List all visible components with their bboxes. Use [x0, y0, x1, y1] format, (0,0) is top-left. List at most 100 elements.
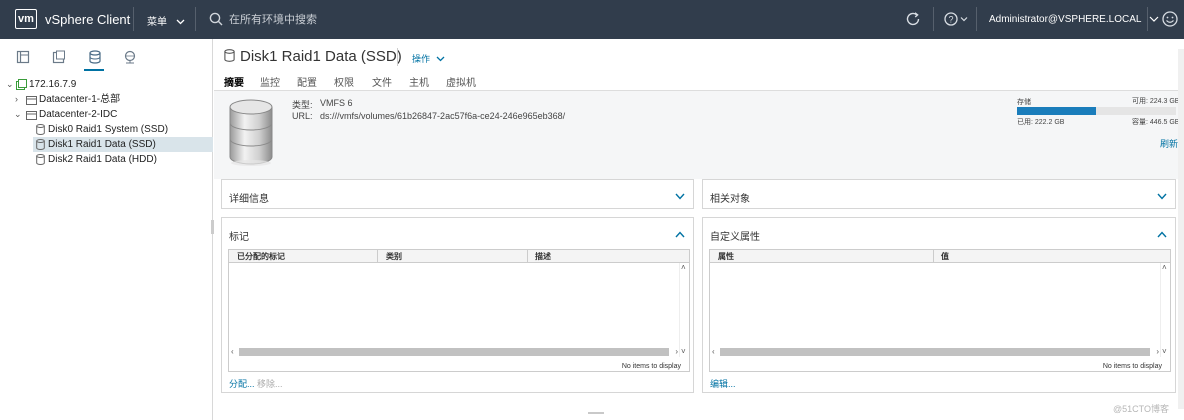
tab-summary[interactable]: 摘要 [224, 74, 244, 93]
url-label: URL: [292, 111, 313, 121]
chevron-down-icon [1149, 16, 1159, 22]
scrollbar-thumb[interactable] [720, 348, 1150, 356]
top-bar: vm vSphere Client 菜单 在所有环境中搜索 ? Administ… [0, 0, 1184, 39]
vertical-scrollbar[interactable]: ˄ ˅ [1160, 263, 1170, 357]
chevron-down-icon[interactable] [675, 189, 685, 203]
scroll-right-icon[interactable]: › [1156, 347, 1159, 357]
column-separator[interactable] [377, 250, 378, 263]
assign-tag-link[interactable]: 分配... [229, 377, 255, 390]
column-separator[interactable] [933, 250, 934, 263]
divider [976, 7, 977, 31]
column-header[interactable]: 值 [941, 251, 949, 262]
used-capacity: 已用: 222.2 GB [1017, 119, 1065, 126]
menu-button[interactable]: 菜单 [147, 13, 185, 28]
app-title: vSphere Client [45, 12, 131, 27]
grid-header: 已分配的标记 类别 描述 [229, 250, 689, 263]
scroll-right-icon[interactable]: › [675, 347, 678, 357]
url-value: ds:///vmfs/volumes/61b26847-2ac57f6a-ce2… [320, 111, 566, 121]
refresh-icon[interactable] [904, 10, 922, 31]
remove-tag-link[interactable]: 移除... [257, 377, 283, 390]
tags-grid: 已分配的标记 类别 描述 ˄ ˅ ‹ › No items to display [228, 249, 690, 372]
global-search-input[interactable]: 在所有环境中搜索 [209, 11, 317, 27]
column-header[interactable]: 已分配的标记 [237, 251, 285, 262]
summary-header: 类型: VMFS 6 URL: ds:///vmfs/volumes/61b26… [214, 91, 1184, 179]
actions-menu-button[interactable]: 操作 [412, 52, 445, 65]
page-scrollbar[interactable] [1178, 49, 1184, 409]
refresh-link[interactable]: 刷新 [1160, 137, 1178, 150]
column-header[interactable]: 属性 [718, 251, 734, 262]
tree-node-label: Disk0 Raid1 System (SSD) [48, 124, 169, 135]
tree-node-datastore-selected[interactable]: Disk1 Raid1 Data (SSD) [33, 137, 213, 152]
free-capacity: 可用: 224.3 GB [1132, 98, 1180, 105]
navigator-pane: ⌄ 172.16.7.9 › Datacenter-1-总部 ⌄ Datacen… [0, 39, 213, 420]
tree-node-vcenter[interactable]: ⌄ 172.16.7.9 [0, 77, 213, 92]
scroll-up-icon[interactable]: ˄ [681, 263, 686, 273]
tree-node-datastore[interactable]: Disk2 Raid1 Data (HDD) [0, 152, 213, 167]
bottom-panel-handle[interactable] [588, 412, 604, 414]
hosts-clusters-view-icon[interactable] [16, 50, 30, 67]
related-objects-portlet: 相关对象 [702, 179, 1176, 209]
tab-hosts[interactable]: 主机 [409, 74, 429, 89]
chevron-down-icon[interactable] [1157, 189, 1167, 203]
scrollbar-thumb[interactable] [239, 348, 669, 356]
storage-usage-bar [1017, 107, 1176, 115]
search-placeholder: 在所有环境中搜索 [229, 14, 317, 26]
chevron-up-icon[interactable] [675, 227, 685, 241]
datastore-icon [36, 154, 45, 170]
active-view-indicator [84, 69, 104, 71]
chevron-down-icon[interactable]: ⌄ [6, 77, 14, 92]
user-name: Administrator@VSPHERE.LOCAL [989, 14, 1142, 25]
storage-view-icon[interactable] [88, 50, 102, 67]
help-icon: ? [944, 12, 968, 26]
type-label: 类型: [292, 100, 313, 110]
tab-permissions[interactable]: 权限 [334, 74, 354, 89]
divider [933, 7, 934, 31]
help-menu[interactable]: ? [944, 11, 970, 30]
page-title-text: Disk1 Raid1 Data (SSD) [240, 48, 402, 65]
feedback-smiley-icon[interactable] [1161, 10, 1179, 31]
column-separator[interactable] [527, 250, 528, 263]
scroll-down-icon[interactable]: ˅ [1162, 347, 1167, 357]
divider [133, 7, 134, 31]
chevron-down-icon[interactable]: ⌄ [14, 107, 22, 122]
type-value: VMFS 6 [320, 98, 353, 108]
storage-label: 存储 [1017, 99, 1031, 106]
menu-label: 菜单 [147, 17, 167, 28]
tab-files[interactable]: 文件 [372, 74, 392, 89]
tree-node-datacenter-1[interactable]: › Datacenter-1-总部 [0, 92, 213, 107]
networking-view-icon[interactable] [123, 50, 137, 67]
datastore-large-icon [228, 99, 274, 170]
tab-monitor[interactable]: 监控 [260, 74, 280, 89]
chevron-right-icon[interactable]: › [15, 92, 18, 107]
scroll-left-icon[interactable]: ‹ [231, 347, 234, 357]
datastore-icon [224, 49, 235, 62]
column-header[interactable]: 类别 [386, 251, 402, 262]
page-title: Disk1 Raid1 Data (SSD) [224, 48, 402, 65]
watermark: @51CTO博客 [1113, 404, 1169, 414]
user-menu[interactable]: Administrator@VSPHERE.LOCAL [989, 14, 1159, 25]
total-capacity: 容量: 446.5 GB [1132, 119, 1180, 126]
tab-vms[interactable]: 虚拟机 [446, 74, 476, 89]
column-header[interactable]: 描述 [535, 251, 551, 262]
edit-attributes-link[interactable]: 编辑... [710, 377, 736, 390]
portlet-title: 详细信息 [229, 194, 269, 205]
portlet-title: 自定义属性 [710, 232, 760, 243]
portlet-title: 相关对象 [710, 194, 750, 205]
tab-configure[interactable]: 配置 [297, 74, 317, 89]
actions-label: 操作 [412, 54, 431, 64]
chevron-up-icon[interactable] [1157, 227, 1167, 241]
horizontal-scrollbar[interactable]: ‹ › [710, 347, 1160, 357]
storage-usage-fill [1017, 107, 1097, 115]
scroll-down-icon[interactable]: ˅ [681, 347, 686, 357]
scroll-up-icon[interactable]: ˄ [1162, 263, 1167, 273]
vertical-scrollbar[interactable]: ˄ ˅ [679, 263, 689, 357]
horizontal-scrollbar[interactable]: ‹ › [229, 347, 679, 357]
empty-message: No items to display [1102, 363, 1162, 370]
tree-node-datastore[interactable]: Disk0 Raid1 System (SSD) [0, 122, 213, 137]
vms-templates-view-icon[interactable] [52, 50, 66, 67]
tree-node-label: 172.16.7.9 [29, 79, 77, 90]
grid-header: 属性 值 [710, 250, 1170, 263]
tree-node-datacenter-2[interactable]: ⌄ Datacenter-2-IDC [0, 107, 213, 122]
divider [195, 7, 196, 31]
scroll-left-icon[interactable]: ‹ [712, 347, 715, 357]
